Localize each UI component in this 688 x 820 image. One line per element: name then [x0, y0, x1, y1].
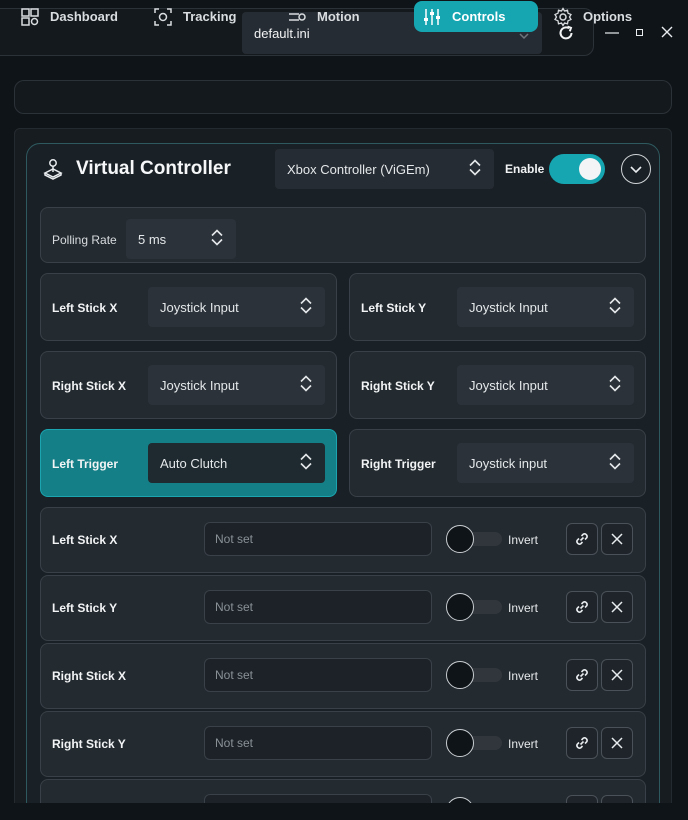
- updown-arrows-icon: [299, 374, 313, 397]
- axis-source-value: Joystick Input: [160, 377, 239, 393]
- invert-toggle[interactable]: [446, 729, 502, 757]
- axis-label: Right Stick Y: [361, 379, 435, 393]
- invert-label: Invert: [508, 533, 539, 547]
- bind-button[interactable]: [566, 591, 598, 623]
- controller-type-select[interactable]: Xbox Controller (ViGEm): [275, 149, 494, 189]
- binding-placeholder: Not set: [215, 668, 254, 682]
- updown-arrows-icon: [210, 228, 224, 251]
- tab-label: Dashboard: [50, 9, 118, 24]
- axis-source-select[interactable]: Joystick Input: [457, 365, 634, 405]
- tab-label: Options: [583, 9, 633, 24]
- chevron-down-icon: [630, 166, 642, 174]
- toggle-knob: [579, 158, 601, 180]
- tab-tracking[interactable]: Tracking: [153, 1, 263, 32]
- close-icon: [611, 533, 623, 545]
- binding-label: Left Stick X: [52, 533, 118, 547]
- gear-icon: [554, 6, 572, 27]
- binding-input[interactable]: Not set: [204, 590, 432, 624]
- tab-label: Motion: [317, 9, 360, 24]
- axis-source-value: Joystick input: [469, 455, 548, 471]
- clear-button[interactable]: [601, 659, 633, 691]
- bind-button[interactable]: [566, 523, 598, 555]
- dashboard-icon: [21, 7, 39, 26]
- binding-label: Right Stick X: [52, 669, 127, 683]
- axis-label: Left Stick Y: [361, 301, 427, 315]
- invert-toggle[interactable]: [446, 661, 502, 689]
- axis-source-select[interactable]: Joystick Input: [148, 287, 325, 327]
- clear-button[interactable]: [601, 591, 633, 623]
- axis-source-value: Joystick Input: [469, 377, 548, 393]
- axis-source-select[interactable]: Joystick Input: [148, 365, 325, 405]
- invert-toggle[interactable]: [446, 593, 502, 621]
- axis-label: Right Trigger: [361, 457, 436, 471]
- collapse-button[interactable]: [621, 154, 651, 184]
- close-icon: [611, 737, 623, 749]
- updown-arrows-icon: [608, 452, 622, 475]
- sliders-icon: [424, 8, 440, 25]
- close-icon: [611, 601, 623, 613]
- updown-arrows-icon: [468, 158, 482, 181]
- axis-source-value: Joystick Input: [160, 299, 239, 315]
- joystick-icon: [43, 158, 63, 185]
- updown-arrows-icon: [608, 374, 622, 397]
- polling-rate-label: Polling Rate: [52, 233, 117, 247]
- motion-icon: [289, 12, 306, 21]
- invert-toggle[interactable]: [446, 525, 502, 553]
- tab-label: Controls: [452, 9, 506, 24]
- main-nav: [14, 80, 672, 114]
- window-bottom-edge: [0, 803, 688, 820]
- axis-source-value: Joystick Input: [469, 299, 548, 315]
- tab-dashboard[interactable]: Dashboard: [20, 1, 140, 32]
- binding-input[interactable]: Not set: [204, 726, 432, 760]
- close-icon: [611, 669, 623, 681]
- controller-type-value: Xbox Controller (ViGEm): [287, 161, 430, 177]
- enable-toggle[interactable]: [549, 154, 605, 184]
- clear-button[interactable]: [601, 523, 633, 555]
- updown-arrows-icon: [608, 296, 622, 319]
- tab-motion[interactable]: Motion: [287, 1, 397, 32]
- tab-controls[interactable]: Controls: [414, 1, 538, 32]
- invert-label: Invert: [508, 737, 539, 751]
- binding-placeholder: Not set: [215, 736, 254, 750]
- link-icon: [576, 669, 588, 681]
- tracking-icon: [154, 7, 172, 26]
- updown-arrows-icon: [299, 296, 313, 319]
- invert-label: Invert: [508, 601, 539, 615]
- axis-source-value: Auto Clutch: [160, 455, 228, 471]
- binding-placeholder: Not set: [215, 600, 254, 614]
- enable-label: Enable: [505, 162, 545, 176]
- binding-placeholder: Not set: [215, 532, 254, 546]
- axis-source-select[interactable]: Auto Clutch: [148, 443, 325, 483]
- bind-button[interactable]: [566, 727, 598, 759]
- close-icon: [661, 26, 673, 38]
- binding-input[interactable]: Not set: [204, 522, 432, 556]
- axis-label: Left Stick X: [52, 301, 118, 315]
- link-icon: [576, 533, 588, 545]
- polling-rate-value: 5 ms: [138, 231, 167, 247]
- polling-rate-select[interactable]: 5 ms: [126, 219, 236, 259]
- section-title: Virtual Controller: [76, 158, 231, 179]
- axis-source-select[interactable]: Joystick input: [457, 443, 634, 483]
- binding-label: Right Stick Y: [52, 737, 126, 751]
- axis-source-select[interactable]: Joystick Input: [457, 287, 634, 327]
- updown-arrows-icon: [299, 452, 313, 475]
- bind-button[interactable]: [566, 659, 598, 691]
- link-icon: [576, 601, 588, 613]
- axis-label: Right Stick X: [52, 379, 127, 393]
- axis-label: Left Trigger: [52, 457, 119, 471]
- binding-label: Left Stick Y: [52, 601, 118, 615]
- tab-options[interactable]: Options: [553, 1, 663, 32]
- invert-label: Invert: [508, 669, 539, 683]
- tab-label: Tracking: [183, 9, 237, 24]
- clear-button[interactable]: [601, 727, 633, 759]
- app-window: default.ini Dashboard Tracking Motion Co…: [0, 0, 688, 820]
- binding-input[interactable]: Not set: [204, 658, 432, 692]
- link-icon: [576, 737, 588, 749]
